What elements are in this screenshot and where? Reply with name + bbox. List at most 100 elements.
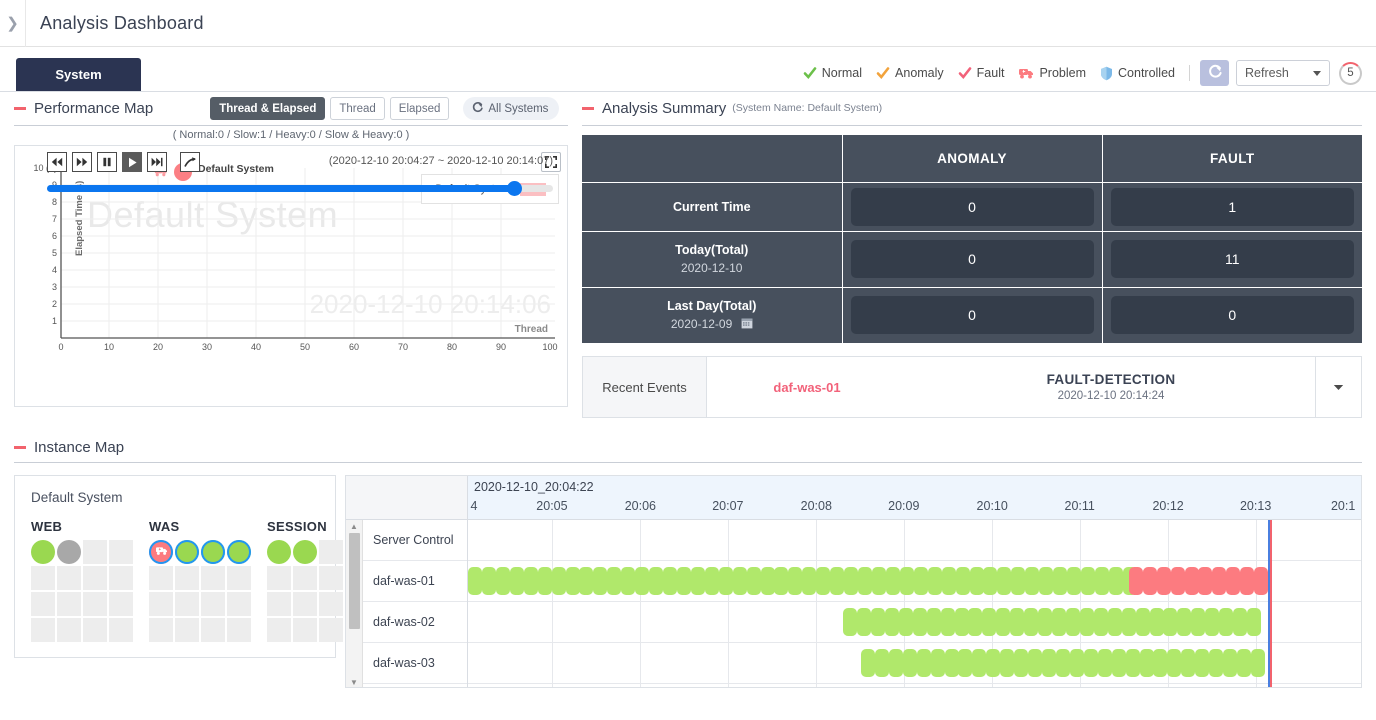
timeline-status-block[interactable] [1143, 567, 1157, 595]
timeline-status-block[interactable] [774, 567, 788, 595]
timeline-status-block[interactable] [858, 567, 872, 595]
timeline-status-block[interactable] [816, 567, 830, 595]
timeline-status-block[interactable] [875, 649, 889, 677]
timeline-status-block[interactable] [468, 567, 482, 595]
timeline-status-block[interactable] [621, 567, 635, 595]
timeline-status-block[interactable] [982, 608, 996, 636]
timeline-status-block[interactable] [970, 567, 984, 595]
timeline-status-block[interactable] [914, 567, 928, 595]
timeline-status-block[interactable] [1129, 567, 1143, 595]
timeline-status-block[interactable] [1042, 649, 1056, 677]
timeline-status-block[interactable] [1011, 567, 1025, 595]
instance-cell[interactable] [57, 540, 81, 564]
timeline-status-block[interactable] [1108, 608, 1122, 636]
timeline-status-block[interactable] [1195, 649, 1209, 677]
timeline-status-block[interactable] [1052, 608, 1066, 636]
timeline-row-label[interactable]: daf-was-02 [363, 602, 467, 643]
timeline-status-block[interactable] [635, 567, 649, 595]
timeline-status-block[interactable] [1014, 649, 1028, 677]
timeline-status-block[interactable] [1163, 608, 1177, 636]
skip-end-button[interactable] [147, 152, 167, 172]
timeline-status-block[interactable] [802, 567, 816, 595]
timeline-status-block[interactable] [1140, 649, 1154, 677]
timeline-status-block[interactable] [607, 567, 621, 595]
timeline-status-block[interactable] [945, 649, 959, 677]
timeline-status-block[interactable] [1067, 567, 1081, 595]
timeline-status-block[interactable] [510, 567, 524, 595]
timeline-status-block[interactable] [566, 567, 580, 595]
timeline-status-block[interactable] [941, 608, 955, 636]
timeline-status-block[interactable] [705, 567, 719, 595]
mode-thread-elapsed-button[interactable]: Thread & Elapsed [210, 97, 325, 120]
timeline-status-block[interactable] [955, 608, 969, 636]
timeline-track[interactable] [468, 643, 1361, 684]
timeline-status-block[interactable] [1223, 649, 1237, 677]
instance-cell[interactable] [227, 540, 251, 564]
timeline-status-block[interactable] [579, 567, 593, 595]
refresh-interval-select[interactable]: Refresh [1236, 60, 1330, 86]
recent-events-expand-button[interactable] [1315, 357, 1361, 417]
timeline-status-block[interactable] [691, 567, 705, 595]
timeline-status-block[interactable] [1254, 567, 1268, 595]
row-label-date-with-picker[interactable]: 2020-12-09 [582, 317, 842, 331]
timeline-status-block[interactable] [1251, 649, 1265, 677]
timeline-status-block[interactable] [996, 608, 1010, 636]
timeline-status-block[interactable] [1153, 649, 1167, 677]
timeline-status-block[interactable] [983, 567, 997, 595]
recent-event-instance[interactable]: daf-was-01 [707, 357, 907, 417]
timeline-status-block[interactable] [1198, 567, 1212, 595]
timeline-track[interactable] [468, 561, 1361, 602]
timeline-status-block[interactable] [496, 567, 510, 595]
fast-forward-button[interactable] [72, 152, 92, 172]
timeline-status-block[interactable] [903, 649, 917, 677]
timeline-status-block[interactable] [872, 567, 886, 595]
mode-thread-button[interactable]: Thread [330, 97, 384, 120]
timeline-status-block[interactable] [885, 608, 899, 636]
timeline-status-block[interactable] [649, 567, 663, 595]
timeline-status-block[interactable] [1039, 567, 1053, 595]
timeline-status-block[interactable] [1191, 608, 1205, 636]
triangle-up-icon[interactable]: ▲ [350, 520, 358, 533]
timeline-status-block[interactable] [1171, 567, 1185, 595]
timeline-status-block[interactable] [1209, 649, 1223, 677]
timeline-status-block[interactable] [1053, 567, 1067, 595]
timeline-status-block[interactable] [1181, 649, 1195, 677]
instance-cell[interactable] [293, 540, 317, 564]
timeline-status-block[interactable] [844, 567, 858, 595]
timeline-status-block[interactable] [928, 567, 942, 595]
timeline-status-block[interactable] [1081, 567, 1095, 595]
calendar-icon[interactable] [741, 317, 753, 331]
timeline-status-block[interactable] [927, 608, 941, 636]
timeline-status-block[interactable] [1247, 608, 1261, 636]
timeline-status-block[interactable] [1136, 608, 1150, 636]
timeline-status-block[interactable] [788, 567, 802, 595]
timeline-status-block[interactable] [958, 649, 972, 677]
timeline-status-block[interactable] [538, 567, 552, 595]
timeline-status-block[interactable] [917, 649, 931, 677]
timeline-status-block[interactable] [482, 567, 496, 595]
timeline-track[interactable] [468, 602, 1361, 643]
timeline-status-block[interactable] [899, 608, 913, 636]
timeline-status-block[interactable] [1167, 649, 1181, 677]
timeline-status-block[interactable] [900, 567, 914, 595]
timeline-row-label[interactable]: daf-was-03 [363, 643, 467, 684]
timeline-status-block[interactable] [1212, 567, 1226, 595]
instance-cell-fault[interactable] [149, 540, 173, 564]
timeline-status-block[interactable] [1219, 608, 1233, 636]
timeline-scrollbar[interactable]: ▲ ▼ [346, 520, 363, 688]
timeline-status-block[interactable] [663, 567, 677, 595]
pause-button[interactable] [97, 152, 117, 172]
timeline-status-block[interactable] [1024, 608, 1038, 636]
timeline-status-block[interactable] [857, 608, 871, 636]
timeline-status-block[interactable] [552, 567, 566, 595]
timeline-status-block[interactable] [1094, 608, 1108, 636]
timeline-status-block[interactable] [1205, 608, 1219, 636]
timeline-status-block[interactable] [1010, 608, 1024, 636]
timeline-status-block[interactable] [1098, 649, 1112, 677]
timeline-status-block[interactable] [1126, 649, 1140, 677]
timeline-status-block[interactable] [830, 567, 844, 595]
timeline-status-block[interactable] [1157, 567, 1171, 595]
timeline-status-block[interactable] [1095, 567, 1109, 595]
timeline-row-label[interactable]: daf-was-01 [363, 561, 467, 602]
timeline-status-block[interactable] [747, 567, 761, 595]
